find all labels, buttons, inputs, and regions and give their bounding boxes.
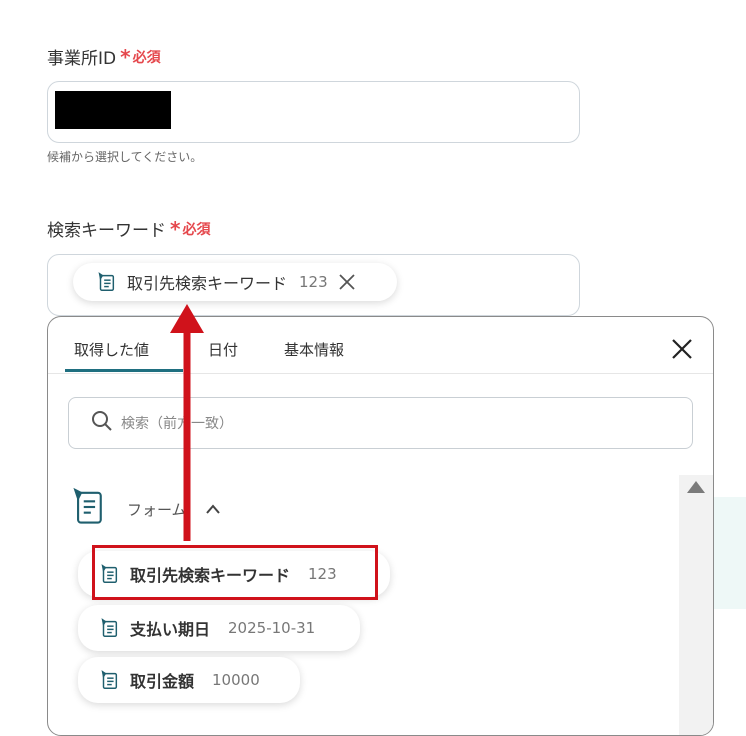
annotation-arrow (170, 304, 204, 541)
